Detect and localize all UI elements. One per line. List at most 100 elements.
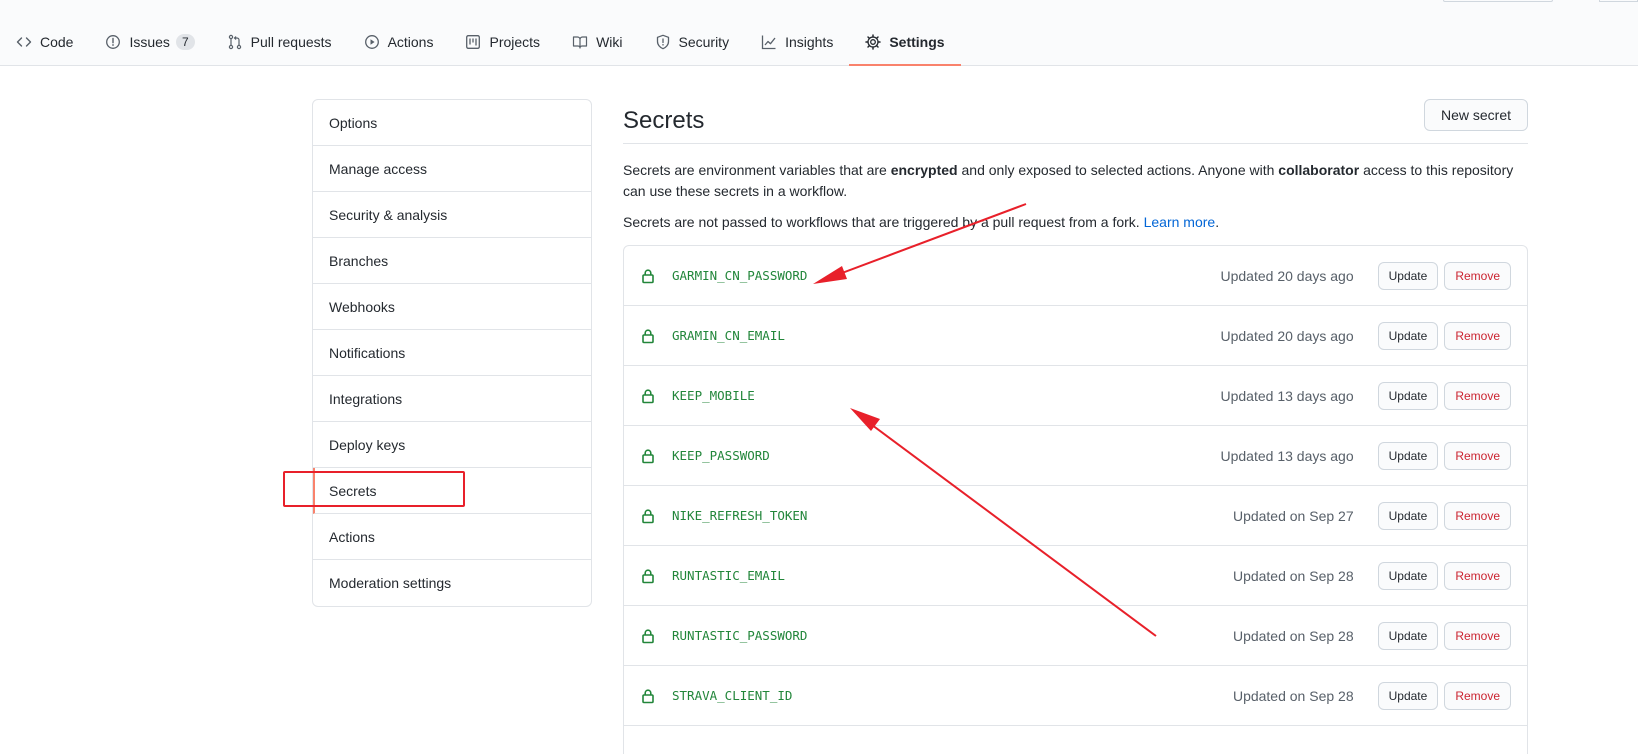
lock-icon [640, 388, 656, 404]
code-icon [16, 34, 32, 50]
shield-icon [655, 34, 671, 50]
graph-icon [761, 34, 777, 50]
secret-row: NIKE_REFRESH_TOKEN Updated on Sep 27 Updat… [624, 486, 1527, 546]
sidebar-item-security-analysis[interactable]: Security & analysis [313, 192, 591, 238]
update-button[interactable]: Update [1377, 681, 1439, 710]
sidebar-item-secrets[interactable]: Secrets [313, 468, 591, 514]
secrets-panel: Secrets New secret Secrets are environme… [623, 99, 1528, 754]
sidebar-item-label: Secrets [329, 482, 377, 499]
sidebar-item-label: Branches [329, 252, 389, 269]
tab-label: Pull requests [250, 34, 332, 50]
secret-row: KEEP_MOBILE Updated 13 days ago Update Remo… [624, 366, 1527, 426]
update-button[interactable]: Update [1377, 321, 1439, 350]
sidebar-item-branches[interactable]: Branches [313, 238, 591, 284]
sidebar-item-label: Integrations [329, 390, 403, 407]
sidebar-item-label: Deploy keys [329, 436, 406, 453]
secrets-description: Secrets are environment variables that a… [623, 160, 1528, 202]
secrets-list: GARMIN_CN_PASSWORD Updated 20 days ago Upd… [623, 245, 1528, 754]
secret-updated: Updated on Sep 28 [1232, 627, 1354, 644]
secret-row: RUNTASTIC_PASSWORD Updated on Sep 28 Updat… [624, 606, 1527, 666]
tab-issues[interactable]: Issues 7 [89, 22, 210, 62]
tab-label: Insights [785, 34, 834, 50]
lock-icon [640, 508, 656, 524]
tab-settings[interactable]: Settings [849, 22, 961, 66]
tab-label: Issues [129, 34, 170, 50]
secret-updated: Updated 20 days ago [1220, 267, 1354, 284]
tab-pull-requests[interactable]: Pull requests [211, 22, 348, 62]
remove-button[interactable]: Remove [1444, 681, 1511, 710]
remove-button[interactable]: Remove [1444, 561, 1511, 590]
tab-label: Settings [889, 34, 945, 50]
gear-icon [865, 34, 882, 50]
secret-updated: Updated on Sep 28 [1232, 687, 1354, 704]
tab-actions[interactable]: Actions [348, 22, 450, 62]
sidebar-item-options[interactable]: Options [313, 100, 591, 146]
project-icon [465, 34, 481, 50]
remove-button[interactable]: Remove [1444, 261, 1511, 290]
tab-label: Wiki [596, 34, 623, 50]
update-button[interactable]: Update [1377, 261, 1439, 290]
sidebar-item-label: Moderation settings [329, 575, 452, 591]
tab-code[interactable]: Code [0, 22, 89, 62]
sidebar-item-label: Notifications [329, 344, 406, 361]
secret-name: KEEP_PASSWORD [672, 448, 770, 463]
tab-insights[interactable]: Insights [745, 22, 849, 62]
header-control-edge [1599, 0, 1638, 2]
book-icon [572, 34, 588, 50]
sidebar-item-moderation-settings[interactable]: Moderation settings [313, 560, 591, 606]
header-control-edge [1443, 0, 1553, 2]
lock-icon [640, 568, 656, 584]
description-bold: collaborator [1278, 162, 1360, 178]
fork-note-text: Secrets are not passed to workflows that… [623, 214, 1140, 230]
tab-label: Actions [387, 34, 434, 50]
remove-button[interactable]: Remove [1444, 381, 1511, 410]
sidebar-item-integrations[interactable]: Integrations [313, 376, 591, 422]
description-text: Secrets are environment variables that a… [623, 162, 891, 178]
new-secret-button[interactable]: New secret [1423, 99, 1528, 131]
sidebar-item-notifications[interactable]: Notifications [313, 330, 591, 376]
update-button[interactable]: Update [1377, 441, 1439, 470]
play-icon [364, 34, 380, 50]
lock-icon [640, 628, 656, 644]
tab-projects[interactable]: Projects [449, 22, 556, 62]
lock-icon [640, 328, 656, 344]
update-button[interactable]: Update [1377, 621, 1439, 650]
update-button[interactable]: Update [1377, 381, 1439, 410]
sidebar-item-webhooks[interactable]: Webhooks [313, 284, 591, 330]
fork-note-period: . [1215, 214, 1220, 230]
description-text: and only exposed to selected actions. An… [957, 162, 1279, 178]
sidebar-item-manage-access[interactable]: Manage access [313, 146, 591, 192]
secret-name: NIKE_REFRESH_TOKEN [672, 508, 808, 523]
subhead: Secrets New secret [623, 99, 1528, 144]
remove-button[interactable]: Remove [1444, 501, 1511, 530]
remove-button[interactable]: Remove [1444, 321, 1511, 350]
tab-label: Code [40, 34, 74, 50]
learn-more-link[interactable]: Learn more [1144, 214, 1216, 230]
repo-tabs: Code Issues 7 Pull requests Actions Proj… [0, 22, 961, 66]
sidebar-item-label: Options [329, 114, 378, 131]
secret-updated: Updated on Sep 27 [1232, 507, 1354, 524]
sidebar-item-deploy-keys[interactable]: Deploy keys [313, 422, 591, 468]
tab-label: Projects [489, 34, 541, 50]
tab-security[interactable]: Security [639, 22, 746, 62]
update-button[interactable]: Update [1377, 501, 1439, 530]
sidebar-item-actions[interactable]: Actions [313, 514, 591, 560]
tab-wiki[interactable]: Wiki [556, 22, 638, 62]
secret-name: RUNTASTIC_EMAIL [672, 568, 785, 583]
secret-name: RUNTASTIC_PASSWORD [672, 628, 808, 643]
sidebar-item-label: Manage access [329, 160, 428, 177]
description-bold: encrypted [890, 162, 958, 178]
page-title: Secrets [623, 107, 705, 134]
secret-row: STRAVA_CLIENT_ID Updated on Sep 28 Update R… [624, 666, 1527, 726]
secret-row: GRAMIN_CN_EMAIL Updated 20 days ago Update… [624, 306, 1527, 366]
fork-note: Secrets are not passed to workflows that… [623, 212, 1528, 233]
issues-count-badge: 7 [175, 34, 195, 50]
secret-name: STRAVA_CLIENT_ID [672, 688, 793, 703]
update-button[interactable]: Update [1377, 561, 1439, 590]
remove-button[interactable]: Remove [1444, 441, 1511, 470]
secret-updated: Updated 13 days ago [1220, 447, 1354, 464]
secret-updated: Updated 20 days ago [1220, 327, 1354, 344]
secret-updated: Updated on Sep 28 [1232, 567, 1354, 584]
sidebar-item-label: Security & analysis [329, 206, 448, 223]
remove-button[interactable]: Remove [1444, 621, 1511, 650]
